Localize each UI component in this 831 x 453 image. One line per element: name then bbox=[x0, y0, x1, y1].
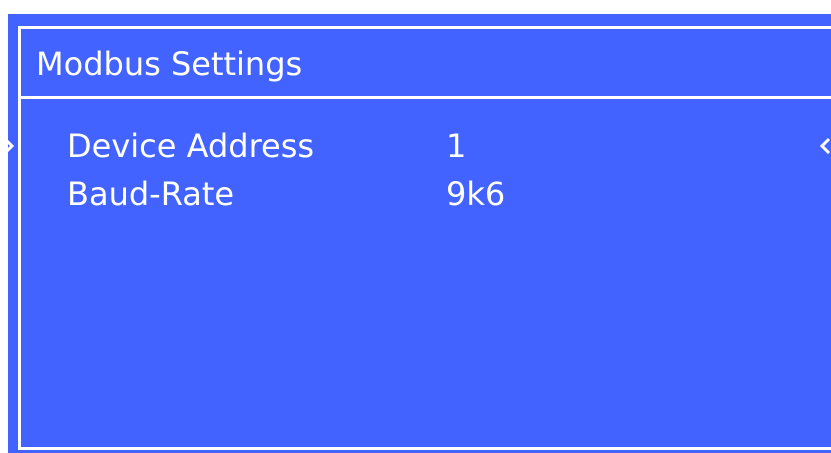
menu-item-value: 1 bbox=[446, 127, 467, 165]
menu-frame: Modbus Settings Device Address 1 Baud-Ra… bbox=[3, 26, 831, 450]
menu-item-value: 9k6 bbox=[446, 175, 506, 213]
page-title: Modbus Settings bbox=[36, 45, 303, 83]
chevron-left-icon bbox=[819, 136, 831, 156]
title-bar: Modbus Settings bbox=[21, 29, 831, 99]
menu-item-baud-rate[interactable]: Baud-Rate 9k6 bbox=[21, 172, 831, 216]
display-screen: Modbus Settings Device Address 1 Baud-Ra… bbox=[3, 14, 831, 453]
chevron-right-icon bbox=[3, 136, 15, 156]
menu-item-label: Device Address bbox=[67, 127, 315, 165]
menu-item-label: Baud-Rate bbox=[67, 175, 235, 213]
menu-item-device-address[interactable]: Device Address 1 bbox=[3, 124, 831, 168]
